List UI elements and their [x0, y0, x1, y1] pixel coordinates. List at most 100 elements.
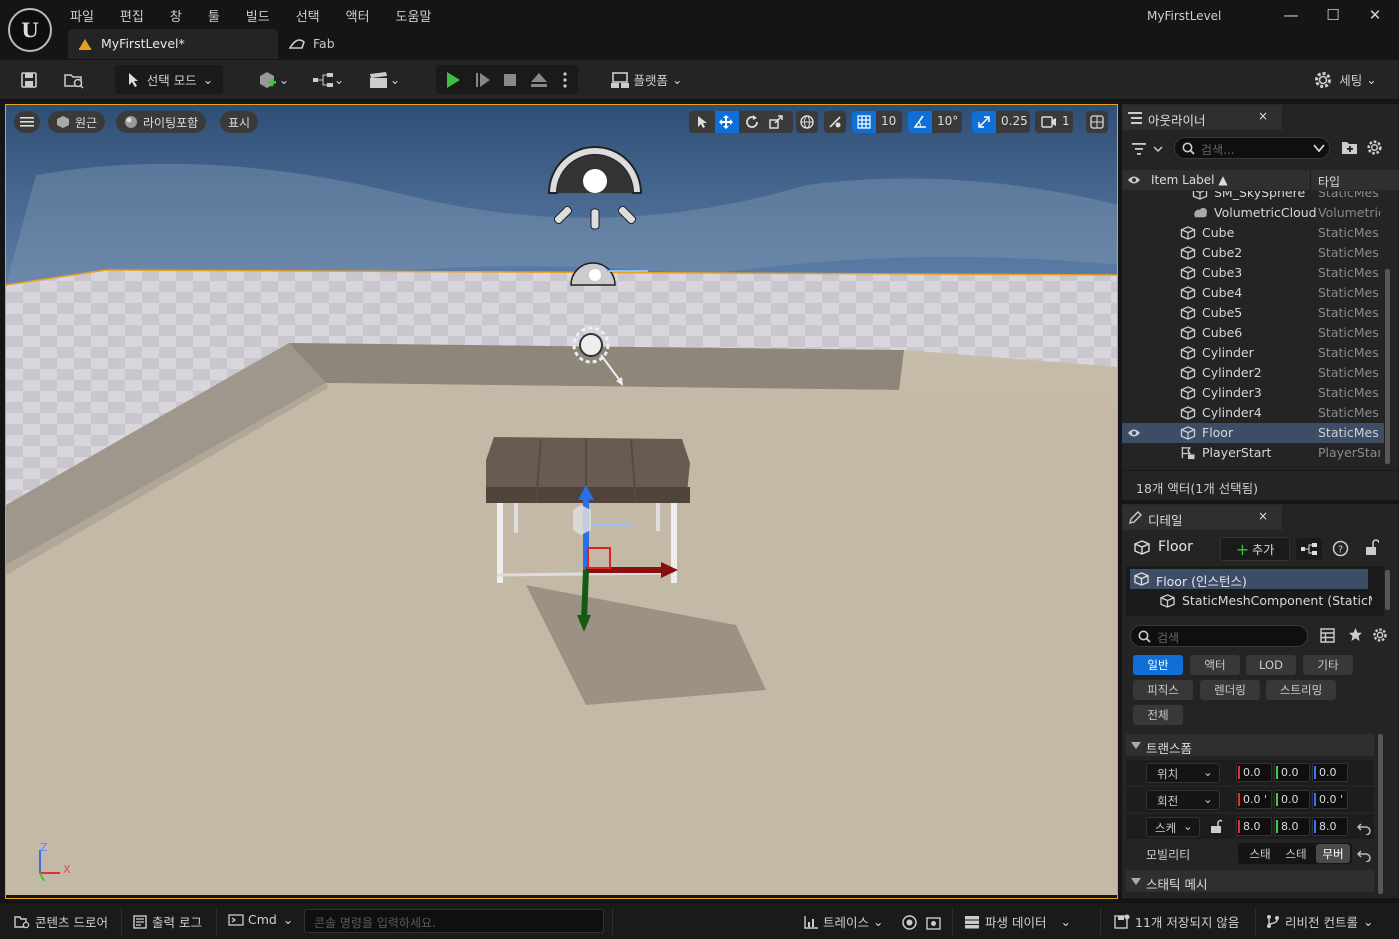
visibility-eye-icon[interactable]	[1127, 427, 1141, 439]
minimize-icon[interactable]: —	[1280, 6, 1302, 26]
show-button[interactable]: 표시	[220, 111, 259, 133]
category-button-5[interactable]: 렌더링	[1200, 680, 1260, 700]
menu-item-0[interactable]: 파일	[70, 6, 94, 25]
tab-fab[interactable]: Fab	[286, 29, 406, 59]
rotate-tool-icon[interactable]	[745, 115, 759, 129]
reset-arrow-icon[interactable]	[1357, 823, 1371, 835]
outliner-scrollbar[interactable]	[1385, 269, 1390, 464]
unsaved-assets-button[interactable]: 11개 저장되지 않음	[1114, 912, 1239, 931]
world-space-button[interactable]	[796, 111, 818, 133]
scale-snap-button[interactable]: 0.25	[972, 111, 1030, 133]
category-button-4[interactable]: 피직스	[1133, 680, 1193, 700]
outliner-row[interactable]: Cylinder2 StaticMes	[1122, 363, 1384, 383]
close-icon[interactable]: ✕	[1364, 6, 1386, 26]
blueprint-button[interactable]: ⌄	[308, 65, 348, 94]
camera-speed-button[interactable]: 1	[1035, 111, 1073, 133]
outliner-row[interactable]: Cube5 StaticMes	[1122, 303, 1384, 323]
maximize-icon[interactable]: ☐	[1322, 6, 1344, 26]
details-close-icon[interactable]: ×	[1258, 509, 1268, 523]
details-tab[interactable]: 디테일 ×	[1122, 504, 1282, 530]
outliner-row[interactable]: Cube2 StaticMes	[1122, 243, 1384, 263]
component-root-row[interactable]: Floor (인스턴스)	[1130, 569, 1368, 589]
transform-section-header[interactable]: 트랜스폼	[1126, 734, 1374, 756]
column-item-label[interactable]: Item Label ▲	[1151, 173, 1228, 187]
outliner-row[interactable]: Floor StaticMes	[1122, 423, 1384, 443]
console-command-input[interactable]: 콘솔 명령을 입력하세요.	[304, 909, 604, 933]
menu-item-6[interactable]: 액터	[346, 6, 370, 25]
menu-item-2[interactable]: 창	[170, 6, 182, 25]
column-type[interactable]: 타입	[1318, 173, 1340, 190]
details-search-input[interactable]: 검색	[1130, 625, 1308, 647]
outliner-close-icon[interactable]: ×	[1258, 109, 1268, 123]
outliner-row[interactable]: Cube4 StaticMes	[1122, 283, 1384, 303]
outliner-tab[interactable]: 아웃라이너 ×	[1122, 104, 1282, 130]
outliner-row[interactable]: VolumetricCloud Volumetric	[1122, 203, 1384, 223]
settings-dropdown[interactable]: 세팅 ⌄	[1310, 65, 1380, 94]
location-dropdown[interactable]: 위치 ⌄	[1146, 763, 1220, 783]
star-icon[interactable]	[1348, 627, 1363, 642]
static-mesh-section-header[interactable]: 스태틱 메시	[1126, 870, 1374, 892]
location-y-input[interactable]: 0.0	[1274, 763, 1310, 782]
visibility-eye-icon[interactable]	[1127, 174, 1141, 186]
location-x-input[interactable]: 0.0	[1236, 763, 1272, 782]
play-icon[interactable]	[444, 71, 462, 89]
viewport-layout-button[interactable]	[1086, 111, 1108, 133]
outliner-row[interactable]: Cylinder4 StaticMes	[1122, 403, 1384, 423]
browse-icon[interactable]	[60, 65, 88, 94]
component-scrollbar[interactable]	[1385, 570, 1390, 610]
outliner-row[interactable]: Cube StaticMes	[1122, 223, 1384, 243]
add-folder-icon[interactable]	[1341, 140, 1358, 155]
scale-z-input[interactable]: 8.0	[1312, 817, 1348, 836]
grid-snap-button[interactable]: 10	[852, 111, 902, 133]
details-scrollbar[interactable]	[1378, 734, 1383, 894]
category-button-3[interactable]: 기타	[1303, 655, 1353, 675]
outliner-row[interactable]: SM_SkySphere StaticMes	[1122, 191, 1384, 203]
gear-icon[interactable]	[1366, 139, 1383, 156]
table-view-icon[interactable]	[1320, 628, 1335, 643]
mobility-stationary[interactable]: 스테	[1280, 846, 1312, 862]
rotation-x-input[interactable]: 0.0 '	[1236, 790, 1272, 809]
scale-x-input[interactable]: 8.0	[1236, 817, 1272, 836]
filter-icon[interactable]	[1132, 142, 1166, 156]
location-z-input[interactable]: 0.0	[1312, 763, 1348, 782]
advance-frame-icon[interactable]	[474, 71, 492, 89]
content-drawer-button[interactable]: 콘텐츠 드로어	[14, 912, 108, 931]
rotation-snap-button[interactable]: 10°	[908, 111, 962, 133]
trace-dropdown[interactable]: 트레이스 ⌄	[804, 912, 884, 931]
mobility-movable[interactable]: 무버	[1317, 846, 1349, 862]
outliner-row[interactable]: Cube6 StaticMes	[1122, 323, 1384, 343]
cinematics-button[interactable]: ⌄	[364, 65, 404, 94]
screenshot-icon[interactable]	[926, 915, 941, 930]
category-button-0[interactable]: 일반	[1133, 655, 1183, 675]
blueprint-convert-button[interactable]	[1296, 538, 1322, 560]
output-log-button[interactable]: 출력 로그	[133, 912, 202, 931]
outliner-row[interactable]: Cube3 StaticMes	[1122, 263, 1384, 283]
record-icon[interactable]	[902, 915, 917, 930]
scale-tool-icon[interactable]	[769, 115, 783, 129]
select-mode-dropdown[interactable]: 선택 모드 ⌄	[115, 65, 223, 94]
stop-icon[interactable]	[502, 72, 518, 88]
add-component-button[interactable]: + 추가	[1220, 537, 1290, 561]
outliner-search-input[interactable]: 검색...	[1174, 137, 1330, 159]
tab-level[interactable]: MyFirstLevel*	[68, 29, 278, 59]
menu-item-7[interactable]: 도움말	[396, 6, 432, 25]
select-tool-icon[interactable]	[695, 115, 709, 129]
rotation-z-input[interactable]: 0.0 '	[1312, 790, 1348, 809]
save-icon[interactable]	[16, 65, 42, 94]
gear-icon[interactable]	[1372, 627, 1388, 643]
unreal-logo-icon[interactable]: U	[8, 8, 52, 52]
derived-data-dropdown[interactable]: 파생 데이터 ⌄	[964, 912, 1071, 931]
perspective-button[interactable]: 원근	[48, 111, 106, 133]
eject-icon[interactable]	[530, 71, 548, 89]
translate-tool-icon[interactable]	[719, 115, 733, 129]
menu-item-1[interactable]: 편집	[120, 6, 144, 25]
scale-y-input[interactable]: 8.0	[1274, 817, 1310, 836]
cmd-dropdown[interactable]: Cmd ⌄	[228, 912, 293, 927]
mobility-static[interactable]: 스태	[1244, 846, 1276, 862]
category-button-2[interactable]: LOD	[1246, 655, 1296, 675]
viewport-menu-button[interactable]	[14, 111, 40, 133]
platform-dropdown[interactable]: 플랫폼 ⌄	[606, 65, 686, 94]
scale-dropdown[interactable]: 스케 ⌄	[1146, 817, 1200, 837]
more-options-icon[interactable]	[562, 71, 568, 89]
category-button-6[interactable]: 스트리밍	[1266, 680, 1336, 700]
